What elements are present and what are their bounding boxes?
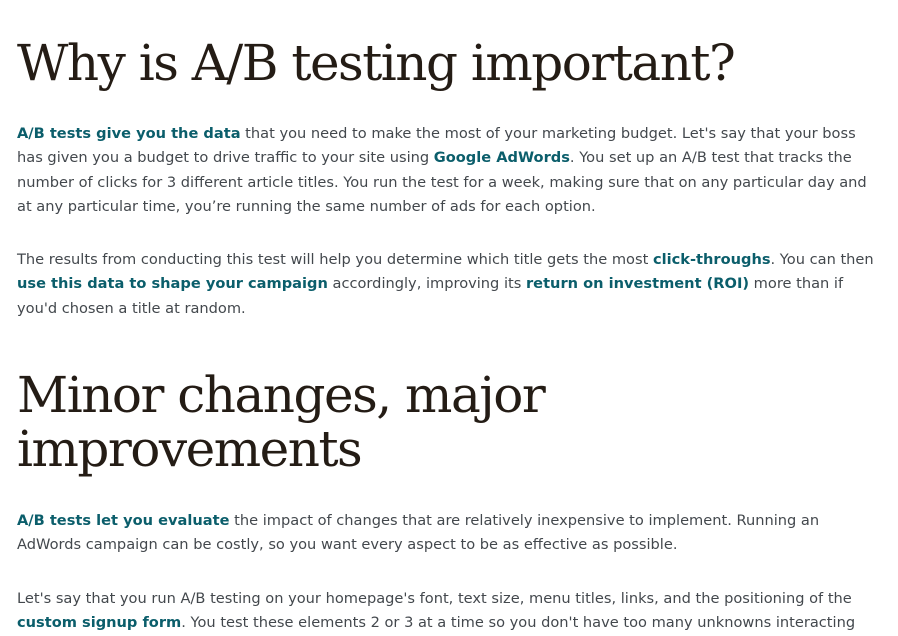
link-ab-tests-give-data[interactable]: A/B tests give you the data bbox=[17, 125, 241, 142]
paragraph-text: . You can then bbox=[770, 251, 874, 268]
paragraph-evaluate: A/B tests let you evaluate the impact of… bbox=[17, 509, 879, 558]
paragraph-text: Let's say that you run A/B testing on yo… bbox=[17, 590, 852, 607]
link-click-throughs[interactable]: click-throughs bbox=[653, 251, 771, 268]
paragraph-text: accordingly, improving its bbox=[327, 275, 526, 293]
link-google-adwords[interactable]: Google AdWords bbox=[434, 149, 570, 166]
link-custom-signup-form[interactable]: custom signup form bbox=[17, 614, 181, 631]
paragraph-budget: A/B tests give you the data that you nee… bbox=[17, 122, 879, 219]
paragraph-results: The results from conducting this test wi… bbox=[17, 248, 879, 321]
link-ab-tests-evaluate[interactable]: A/B tests let you evaluate bbox=[17, 512, 229, 529]
section-heading-why-ab-testing: Why is A/B testing important? bbox=[17, 34, 736, 92]
paragraph-text: The results from conducting this test wi… bbox=[17, 251, 653, 268]
link-shape-campaign[interactable]: use this data to shape your campaign bbox=[17, 275, 328, 292]
link-roi[interactable]: return on investment (ROI) bbox=[526, 275, 749, 292]
paragraph-text: . You test these elements 2 or 3 at a ti… bbox=[181, 614, 856, 632]
paragraph-homepage-testing: Let's say that you run A/B testing on yo… bbox=[17, 587, 879, 636]
section-heading-minor-changes: Minor changes, major improvements bbox=[17, 366, 546, 478]
